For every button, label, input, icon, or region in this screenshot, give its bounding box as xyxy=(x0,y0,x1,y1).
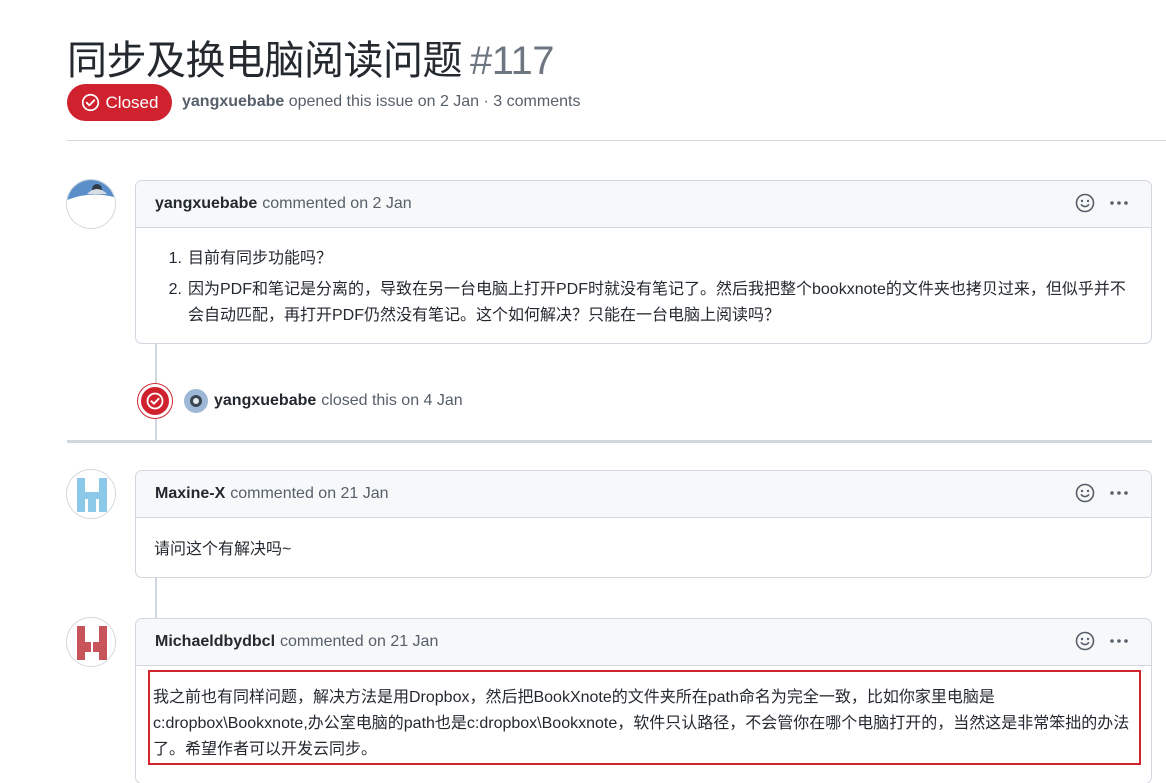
list-item-text: 因为PDF和笔记是分离的，导致在另一台电脑上打开PDF时就没有笔记了。然后我把整… xyxy=(188,281,1126,324)
issue-state-badge: Closed xyxy=(67,84,172,121)
timeline-line xyxy=(155,578,157,618)
closed-event-badge xyxy=(138,384,172,418)
list-item: 1. 目前有同步功能吗？ xyxy=(154,246,1133,272)
comment-timestamp[interactable]: commented on 2 Jan xyxy=(262,195,411,213)
comment-header: Maxine-X commented on 21 Jan xyxy=(136,471,1151,518)
comment-card: Maxine-X commented on 21 Jan 请问这个有解决吗~ xyxy=(135,470,1152,578)
kebab-horizontal-icon[interactable] xyxy=(1109,483,1129,503)
issue-title-text: 同步及换电脑阅读问题 xyxy=(67,39,463,83)
comment-card: yangxuebabe commented on 2 Jan 1. 目前有同步功… xyxy=(135,180,1152,344)
comment-timestamp[interactable]: commented on 21 Jan xyxy=(280,633,438,651)
issue-author-link[interactable]: yangxuebabe xyxy=(182,93,284,110)
smiley-icon[interactable] xyxy=(1075,483,1095,503)
comment-timestamp[interactable]: commented on 21 Jan xyxy=(230,485,388,503)
comment-body: 请问这个有解决吗~ xyxy=(136,518,1151,563)
timeline-break xyxy=(67,440,1152,443)
comment-author[interactable]: Maxine-X xyxy=(155,485,225,503)
avatar[interactable] xyxy=(66,179,116,229)
smiley-icon[interactable] xyxy=(1075,193,1095,213)
issue-number: #117 xyxy=(470,39,555,83)
comment-author[interactable]: yangxuebabe xyxy=(155,195,257,213)
check-circle-icon xyxy=(81,93,99,112)
avatar[interactable] xyxy=(184,389,208,413)
issue-meta: yangxuebabe opened this issue on 2 Jan ·… xyxy=(182,93,580,111)
header-divider xyxy=(67,140,1166,141)
timeline-line xyxy=(155,344,157,384)
kebab-horizontal-icon[interactable] xyxy=(1109,193,1129,213)
highlight-box xyxy=(148,670,1141,765)
comment-author[interactable]: Michaeldbydbcl xyxy=(155,633,275,651)
kebab-horizontal-icon[interactable] xyxy=(1109,631,1129,651)
event-text[interactable]: closed this on 4 Jan xyxy=(321,392,462,410)
issue-state-label: Closed xyxy=(105,92,159,112)
comment-body: 1. 目前有同步功能吗？ 2. 因为PDF和笔记是分离的，导致在另一台电脑上打开… xyxy=(136,228,1151,329)
comment-text: 请问这个有解决吗~ xyxy=(154,541,292,558)
issue-meta-text: opened this issue on 2 Jan · 3 comments xyxy=(288,93,581,110)
issue-title: 同步及换电脑阅读问题 #117 xyxy=(67,28,555,86)
check-circle-icon xyxy=(146,392,164,410)
smiley-icon[interactable] xyxy=(1075,631,1095,651)
list-item: 2. 因为PDF和笔记是分离的，导致在另一台电脑上打开PDF时就没有笔记了。然后… xyxy=(154,277,1133,329)
event-actor[interactable]: yangxuebabe xyxy=(214,392,316,410)
avatar[interactable] xyxy=(66,617,116,667)
timeline-line xyxy=(155,418,157,440)
comment-header: Michaeldbydbcl commented on 21 Jan xyxy=(136,619,1151,666)
list-item-text: 目前有同步功能吗？ xyxy=(188,250,333,267)
comment-header: yangxuebabe commented on 2 Jan xyxy=(136,181,1151,228)
avatar[interactable] xyxy=(66,469,116,519)
timeline-event: yangxuebabe closed this on 4 Jan xyxy=(138,384,463,418)
